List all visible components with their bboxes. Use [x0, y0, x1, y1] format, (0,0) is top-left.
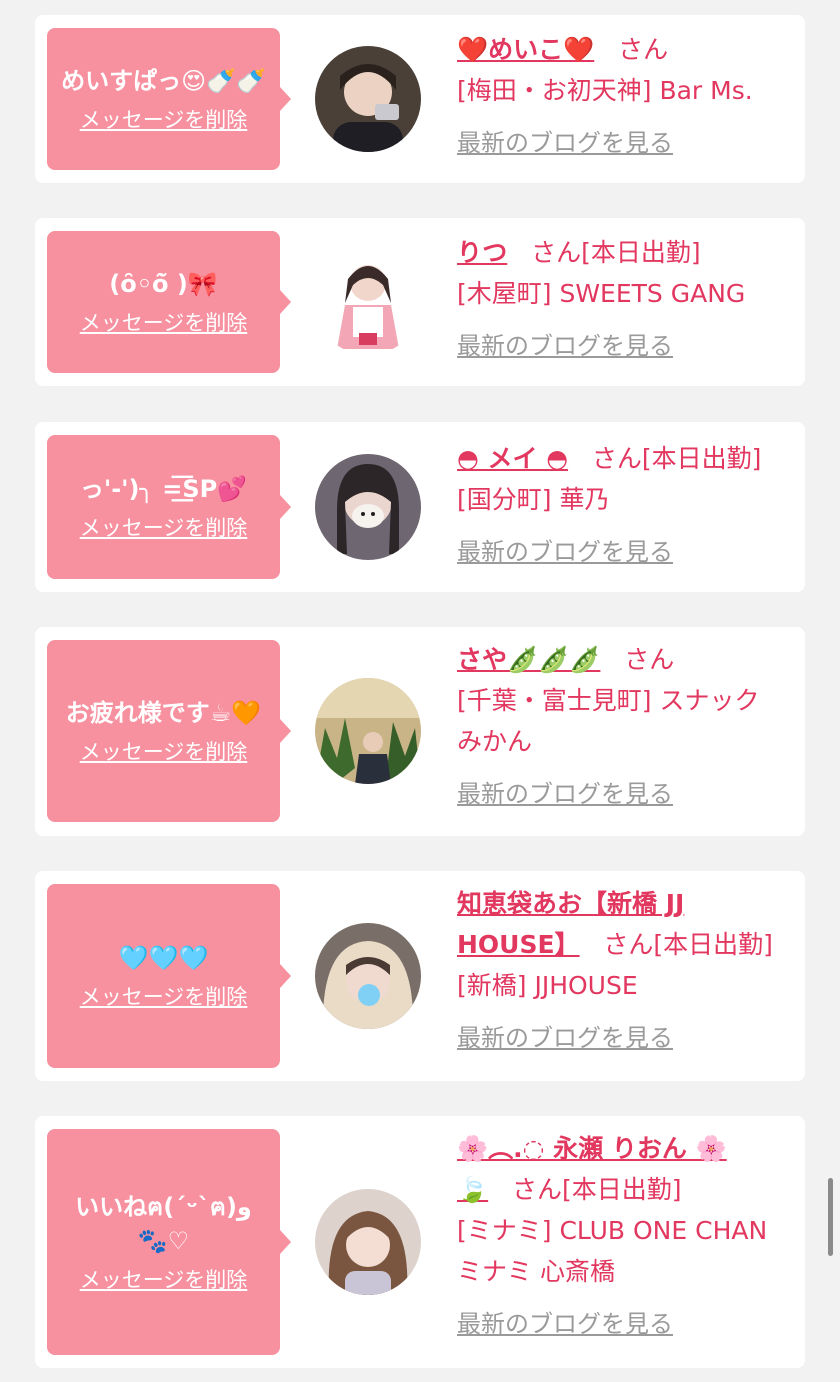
message-text: (ȏ◦ȏ̆ )🎀: [109, 270, 218, 298]
cast-info: 🌸︵.◌ 永瀬 りおん 🌸🍃 さん[本日出勤] [ミナミ] CLUB ONE C…: [457, 1128, 791, 1345]
avatar[interactable]: [315, 454, 421, 560]
cast-suffix: さん[本日出勤]: [603, 930, 773, 959]
list-item: っ'-')╮ =͟͟͞͞SP💕 メッセージを削除 ◓ メイ ◓ さん[本日出勤]…: [35, 422, 805, 592]
avatar[interactable]: [315, 249, 421, 355]
avatar[interactable]: [315, 46, 421, 152]
shop-name: [新橋] JJHOUSE: [457, 971, 638, 1000]
message-text: 🩵🩵🩵: [118, 944, 209, 972]
message-bubble: めいすぱっ😍🍼🍼 メッセージを削除: [47, 28, 291, 170]
latest-blog-link[interactable]: 最新のブログを見る: [457, 1304, 673, 1345]
message-text: めいすぱっ😍🍼🍼: [61, 67, 266, 95]
message-text: いいねฅ(´ᵕ`ฅ)و 🐾♡: [75, 1193, 252, 1255]
shop-name: [千葉・富士見町] スナック みかん: [457, 686, 760, 756]
delete-message-link[interactable]: メッセージを削除: [80, 307, 248, 337]
delete-message-link[interactable]: メッセージを削除: [80, 1264, 248, 1294]
avatar[interactable]: [315, 1189, 421, 1295]
list-item: お疲れ様です☕🧡 メッセージを削除 さや🫛🫛🫛 さん [千葉・富士見町] スナッ…: [35, 627, 805, 836]
cast-suffix: さん: [618, 35, 669, 64]
message-bubble: いいねฅ(´ᵕ`ฅ)و 🐾♡ メッセージを削除: [47, 1129, 291, 1355]
cast-info: さや🫛🫛🫛 さん [千葉・富士見町] スナック みかん 最新のブログを見る: [457, 639, 791, 815]
list-item: 🩵🩵🩵 メッセージを削除 知恵袋あお【新橋 JJ HOUSE】 さん[本日出勤]…: [35, 871, 805, 1081]
delete-message-link[interactable]: メッセージを削除: [80, 512, 248, 542]
cast-suffix: さん: [624, 645, 675, 674]
message-text: っ'-')╮ =͟͟͞͞SP💕: [79, 475, 248, 503]
avatar[interactable]: [315, 923, 421, 1029]
cast-name-link[interactable]: りつ: [457, 238, 507, 267]
shop-name: [梅田・お初天神] Bar Ms.: [457, 76, 753, 105]
cast-name-link[interactable]: ❤️めいこ❤️: [457, 35, 594, 64]
shop-name: [国分町] 華乃: [457, 485, 610, 514]
cast-name-link[interactable]: ◓ メイ ◓: [457, 444, 568, 473]
scrollbar[interactable]: [828, 1178, 833, 1256]
cast-suffix: さん[本日出勤]: [591, 444, 762, 473]
delete-message-link[interactable]: メッセージを削除: [80, 736, 248, 766]
cast-name-link[interactable]: さや🫛🫛🫛: [457, 645, 600, 674]
latest-blog-link[interactable]: 最新のブログを見る: [457, 326, 673, 367]
shop-name: [木屋町] SWEETS GANG: [457, 279, 746, 308]
latest-blog-link[interactable]: 最新のブログを見る: [457, 532, 673, 573]
message-bubble: っ'-')╮ =͟͟͞͞SP💕 メッセージを削除: [47, 435, 291, 579]
latest-blog-link[interactable]: 最新のブログを見る: [457, 1018, 673, 1059]
message-text: お疲れ様です☕🧡: [65, 699, 262, 727]
latest-blog-link[interactable]: 最新のブログを見る: [457, 774, 673, 815]
avatar[interactable]: [315, 678, 421, 784]
message-bubble: (ȏ◦ȏ̆ )🎀 メッセージを削除: [47, 231, 291, 373]
list-item: いいねฅ(´ᵕ`ฅ)و 🐾♡ メッセージを削除 🌸︵.◌ 永瀬 りおん 🌸🍃 さ…: [35, 1116, 805, 1368]
cast-suffix: さん[本日出勤]: [511, 1175, 682, 1204]
list-item: (ȏ◦ȏ̆ )🎀 メッセージを削除 りつ さん[本日出勤] [木屋町] SWEE…: [35, 218, 805, 386]
cast-info: 知恵袋あお【新橋 JJ HOUSE】 さん[本日出勤] [新橋] JJHOUSE…: [457, 883, 791, 1059]
cast-info: ❤️めいこ❤️ さん [梅田・お初天神] Bar Ms. 最新のブログを見る: [457, 29, 791, 164]
cast-info: りつ さん[本日出勤] [木屋町] SWEETS GANG 最新のブログを見る: [457, 232, 791, 367]
shop-name: [ミナミ] CLUB ONE CHAN ミナミ 心斎橋: [457, 1216, 768, 1286]
cast-suffix: さん[本日出勤]: [531, 238, 701, 267]
message-bubble: 🩵🩵🩵 メッセージを削除: [47, 884, 291, 1068]
delete-message-link[interactable]: メッセージを削除: [80, 981, 248, 1011]
delete-message-link[interactable]: メッセージを削除: [80, 104, 248, 134]
message-bubble: お疲れ様です☕🧡 メッセージを削除: [47, 640, 291, 822]
list-item: めいすぱっ😍🍼🍼 メッセージを削除 ❤️めいこ❤️ さん [梅田・お初天神] B…: [35, 15, 805, 183]
cast-info: ◓ メイ ◓ さん[本日出勤] [国分町] 華乃 最新のブログを見る: [457, 438, 791, 573]
latest-blog-link[interactable]: 最新のブログを見る: [457, 123, 673, 164]
